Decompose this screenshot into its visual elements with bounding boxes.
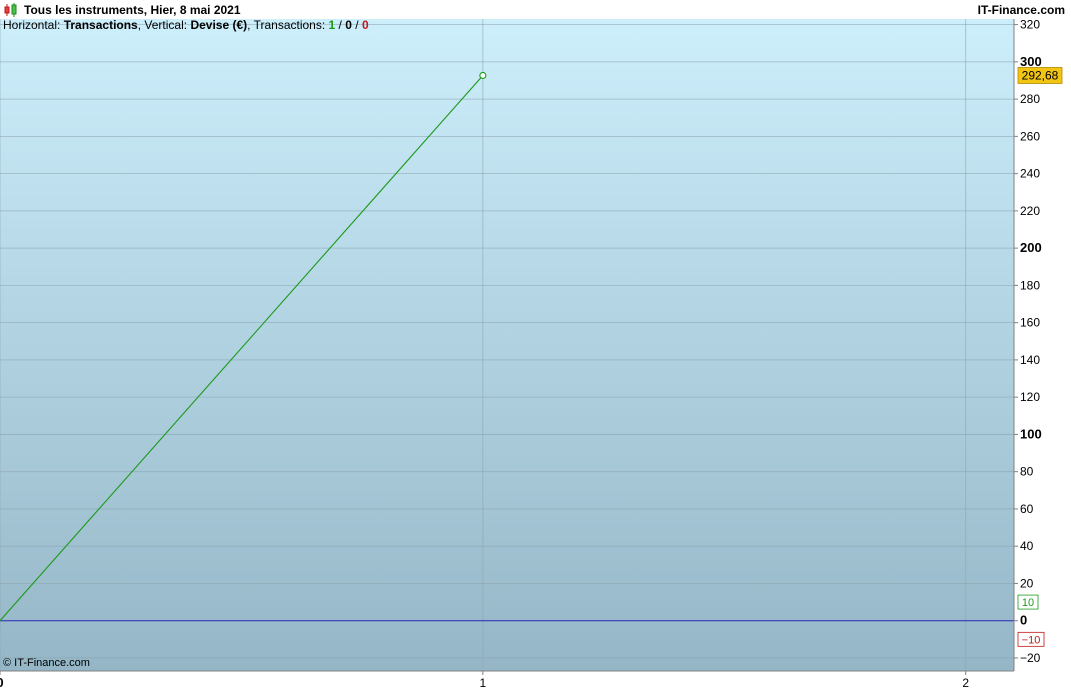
- chart-title: Tous les instruments, Hier, 8 mai 2021: [24, 3, 241, 17]
- y-tick-label: 260: [1020, 129, 1040, 143]
- last-value-label: 292,68: [1022, 68, 1059, 82]
- copyright: © IT-Finance.com: [3, 657, 90, 669]
- x-tick-label: 0: [0, 675, 4, 690]
- y-tick-label: 220: [1020, 204, 1040, 218]
- y-axis: −20 0 20 40 60 80 100 120 140 160 180 200 220 240 260 2…: [1014, 18, 1063, 665]
- y-tick-label: 40: [1020, 539, 1034, 553]
- y-tick-label: 60: [1020, 502, 1034, 516]
- y-tick-label: 320: [1020, 18, 1040, 32]
- y-tick-label: 200: [1020, 240, 1042, 255]
- y-tick-label: 300: [1020, 54, 1042, 69]
- y-tick-label: 20: [1020, 576, 1034, 590]
- y-tick-label: 160: [1020, 316, 1040, 330]
- candlestick-icon: [4, 3, 17, 17]
- chart-canvas: −200204060801001201401601802002202402602…: [0, 18, 1063, 690]
- tx-separator: /: [351, 18, 362, 32]
- x-tick-label: 1: [480, 676, 487, 690]
- chart-subtitle: Horizontal: Transactions, Vertical: Devi…: [3, 18, 369, 32]
- y-tick-label: 0: [1020, 613, 1027, 628]
- header-bar: Tous les instruments, Hier, 8 mai 2021 I…: [0, 0, 1071, 19]
- y-tick-label: 240: [1020, 167, 1040, 181]
- x-tick-label: 2: [962, 676, 969, 690]
- tx-separator: /: [335, 18, 346, 32]
- y-tick-label: 80: [1020, 465, 1034, 479]
- y-tick-label: 100: [1020, 426, 1042, 441]
- brand-name: IT-Finance.com: [977, 3, 1065, 17]
- plot-area: [0, 19, 1014, 671]
- tx-loss-count: 0: [361, 18, 369, 32]
- transactions-label: , Transactions:: [247, 18, 326, 32]
- horizontal-value: Transactions: [63, 18, 138, 32]
- last-point-marker: [479, 71, 487, 80]
- x-axis: 0 1 2: [0, 671, 969, 690]
- y-tick-label: 280: [1020, 92, 1040, 106]
- vertical-label: , Vertical:: [137, 18, 188, 32]
- y-tick-label: 120: [1020, 390, 1040, 404]
- threshold-label: 10: [1022, 597, 1034, 609]
- y-tick-label: −20: [1020, 651, 1041, 665]
- vertical-value: Devise (€): [190, 18, 248, 32]
- y-tick-label: 140: [1020, 353, 1040, 367]
- horizontal-label: Horizontal:: [3, 18, 61, 32]
- threshold-label: −10: [1022, 634, 1041, 646]
- y-tick-label: 180: [1020, 278, 1040, 292]
- tx-neutral-count: 0: [345, 18, 352, 32]
